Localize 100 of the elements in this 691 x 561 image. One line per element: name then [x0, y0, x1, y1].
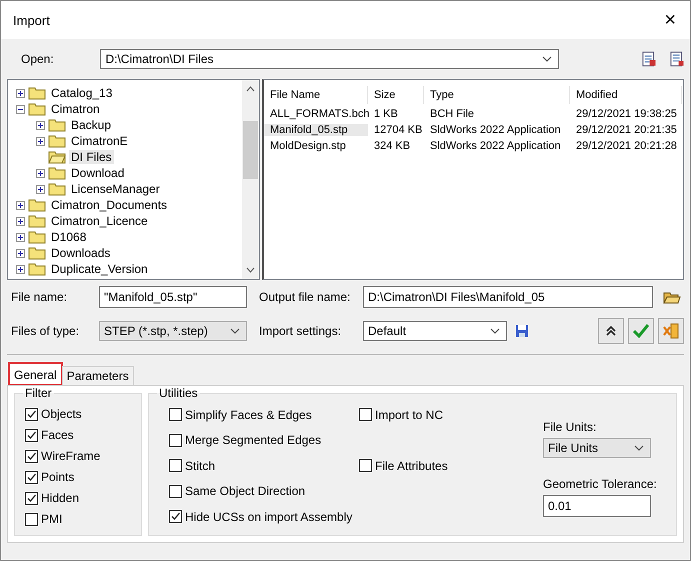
checkbox[interactable]: [25, 470, 38, 484]
file-name-cell[interactable]: ALL_FORMATS.bch: [264, 108, 368, 120]
expand-icon[interactable]: [36, 168, 45, 178]
checkbox[interactable]: [25, 492, 38, 504]
tree-item[interactable]: Download: [69, 166, 126, 180]
table-cell-text: SldWorks 2022 Application: [429, 140, 562, 152]
details-icon[interactable]: [668, 51, 684, 67]
scroll-down-icon[interactable]: [246, 267, 255, 273]
group-title: Utilities: [158, 386, 199, 400]
caret-icon: [230, 328, 240, 334]
output-file-name-label: Output file name:: [258, 290, 352, 304]
tree-item[interactable]: LicenseManager: [69, 182, 162, 196]
files-of-type-label: Files of type:: [10, 324, 80, 338]
checkbox[interactable]: [25, 450, 38, 462]
checkbox-option[interactable]: Stitch: [169, 458, 359, 474]
checkbox-option[interactable]: Objects: [25, 406, 133, 422]
checkbox-option[interactable]: Hide UCSs on import Assembly: [169, 508, 359, 525]
expand-icon[interactable]: [36, 136, 45, 146]
tree-item[interactable]: Backup: [69, 118, 114, 132]
scroll-up-icon[interactable]: [246, 86, 255, 92]
file-name-label: File name:: [10, 290, 68, 304]
checkbox[interactable]: [169, 459, 182, 472]
checkbox[interactable]: [25, 408, 38, 420]
expand-icon[interactable]: [16, 216, 25, 226]
table-cell-text: SldWorks 2022 Application: [429, 124, 562, 136]
save-icon[interactable]: [515, 324, 529, 338]
collapse-button[interactable]: [598, 318, 624, 344]
tree-item[interactable]: CimatronE: [69, 134, 130, 148]
window-title: Import: [13, 12, 50, 28]
checkbox-option[interactable]: Merge Segmented Edges: [169, 432, 359, 448]
files-of-type-dropdown[interactable]: STEP (*.stp, *.step): [99, 321, 247, 341]
checkbox-option[interactable]: Points: [25, 469, 133, 485]
tree-item[interactable]: Cimatron_Licence: [49, 214, 150, 228]
file-units-dropdown[interactable]: File Units: [543, 438, 651, 458]
checkbox-option[interactable]: WireFrame: [25, 448, 133, 464]
table-cell-text: 1 KB: [373, 108, 399, 120]
expand-icon[interactable]: [36, 120, 45, 130]
tree-item[interactable]: Downloads: [49, 246, 112, 260]
folder-icon: [28, 262, 46, 276]
expand-icon[interactable]: [16, 88, 25, 98]
checkbox[interactable]: [25, 512, 38, 526]
check-icon: [633, 324, 649, 338]
double-chevron-up-icon: [605, 325, 617, 337]
tree-item[interactable]: Cimatron_Documents: [49, 198, 170, 212]
folder-icon: [28, 214, 46, 228]
tab[interactable]: General: [9, 363, 62, 385]
exit-button[interactable]: [658, 318, 684, 344]
folder-icon: [48, 118, 66, 132]
column-header[interactable]: Size: [368, 86, 424, 104]
checkbox[interactable]: [25, 428, 38, 442]
expand-icon[interactable]: [16, 264, 25, 274]
geometric-tolerance-field[interactable]: 0.01: [543, 495, 651, 518]
tree-item[interactable]: Catalog_13: [49, 86, 114, 100]
folder-icon: [28, 246, 46, 260]
close-button[interactable]: ×: [658, 10, 682, 30]
column-header[interactable]: Modified: [570, 86, 682, 104]
checkbox-option[interactable]: PMI: [25, 511, 133, 527]
checkbox-option[interactable]: Import to NC: [359, 406, 539, 423]
open-folder-icon: [48, 150, 66, 164]
checkbox[interactable]: [169, 484, 182, 498]
checkbox-option[interactable]: File Attributes: [359, 458, 539, 474]
caret-icon: [634, 445, 644, 452]
output-file-name-field[interactable]: D:\Cimatron\DI Files\Manifold_05: [363, 286, 653, 308]
expand-icon[interactable]: [16, 200, 25, 210]
import-settings-label: Import settings:: [258, 324, 342, 338]
open-path-dropdown[interactable]: D:\Cimatron\DI Files: [100, 49, 560, 69]
caret-icon: [542, 56, 552, 62]
checkbox-option[interactable]: Faces: [25, 427, 133, 443]
column-header[interactable]: File Name: [264, 86, 368, 104]
exit-icon: [663, 323, 679, 339]
tree-item[interactable]: DI Files: [69, 150, 114, 164]
checkbox[interactable]: [169, 408, 182, 422]
checkbox[interactable]: [169, 510, 182, 524]
checkbox[interactable]: [169, 434, 182, 447]
table-cell-text: BCH File: [429, 108, 476, 120]
expand-icon[interactable]: [16, 248, 25, 258]
collapse-icon[interactable]: [16, 104, 25, 114]
expand-icon[interactable]: [16, 232, 25, 242]
checkbox-option[interactable]: Hidden: [25, 490, 133, 506]
folder-icon: [28, 86, 46, 100]
properties-icon[interactable]: [641, 51, 657, 67]
tree-item[interactable]: D1068: [49, 230, 88, 244]
file-name-cell[interactable]: MoldDesign.stp: [264, 140, 368, 152]
tab[interactable]: Parameters: [62, 366, 134, 385]
tree-item[interactable]: Duplicate_Version: [49, 262, 150, 276]
checkbox[interactable]: [359, 459, 372, 472]
tree-item[interactable]: Cimatron: [49, 102, 102, 116]
folder-icon: [28, 198, 46, 212]
expand-icon[interactable]: [36, 184, 45, 194]
file-name-cell[interactable]: Manifold_05.stp: [264, 124, 368, 136]
file-name-field[interactable]: "Manifold_05.stp": [99, 286, 247, 308]
checkbox-option[interactable]: Simplify Faces & Edges: [169, 406, 359, 423]
scrollbar[interactable]: [242, 80, 259, 279]
open-folder-icon[interactable]: [663, 290, 681, 304]
import-settings-dropdown[interactable]: Default: [363, 321, 507, 341]
table-cell-text: 12704 KB: [373, 124, 424, 136]
checkbox-option[interactable]: Same Object Direction: [169, 483, 359, 500]
column-header[interactable]: Type: [424, 86, 570, 104]
table-cell-text: 324 KB: [373, 140, 412, 152]
checkbox[interactable]: [359, 408, 372, 422]
